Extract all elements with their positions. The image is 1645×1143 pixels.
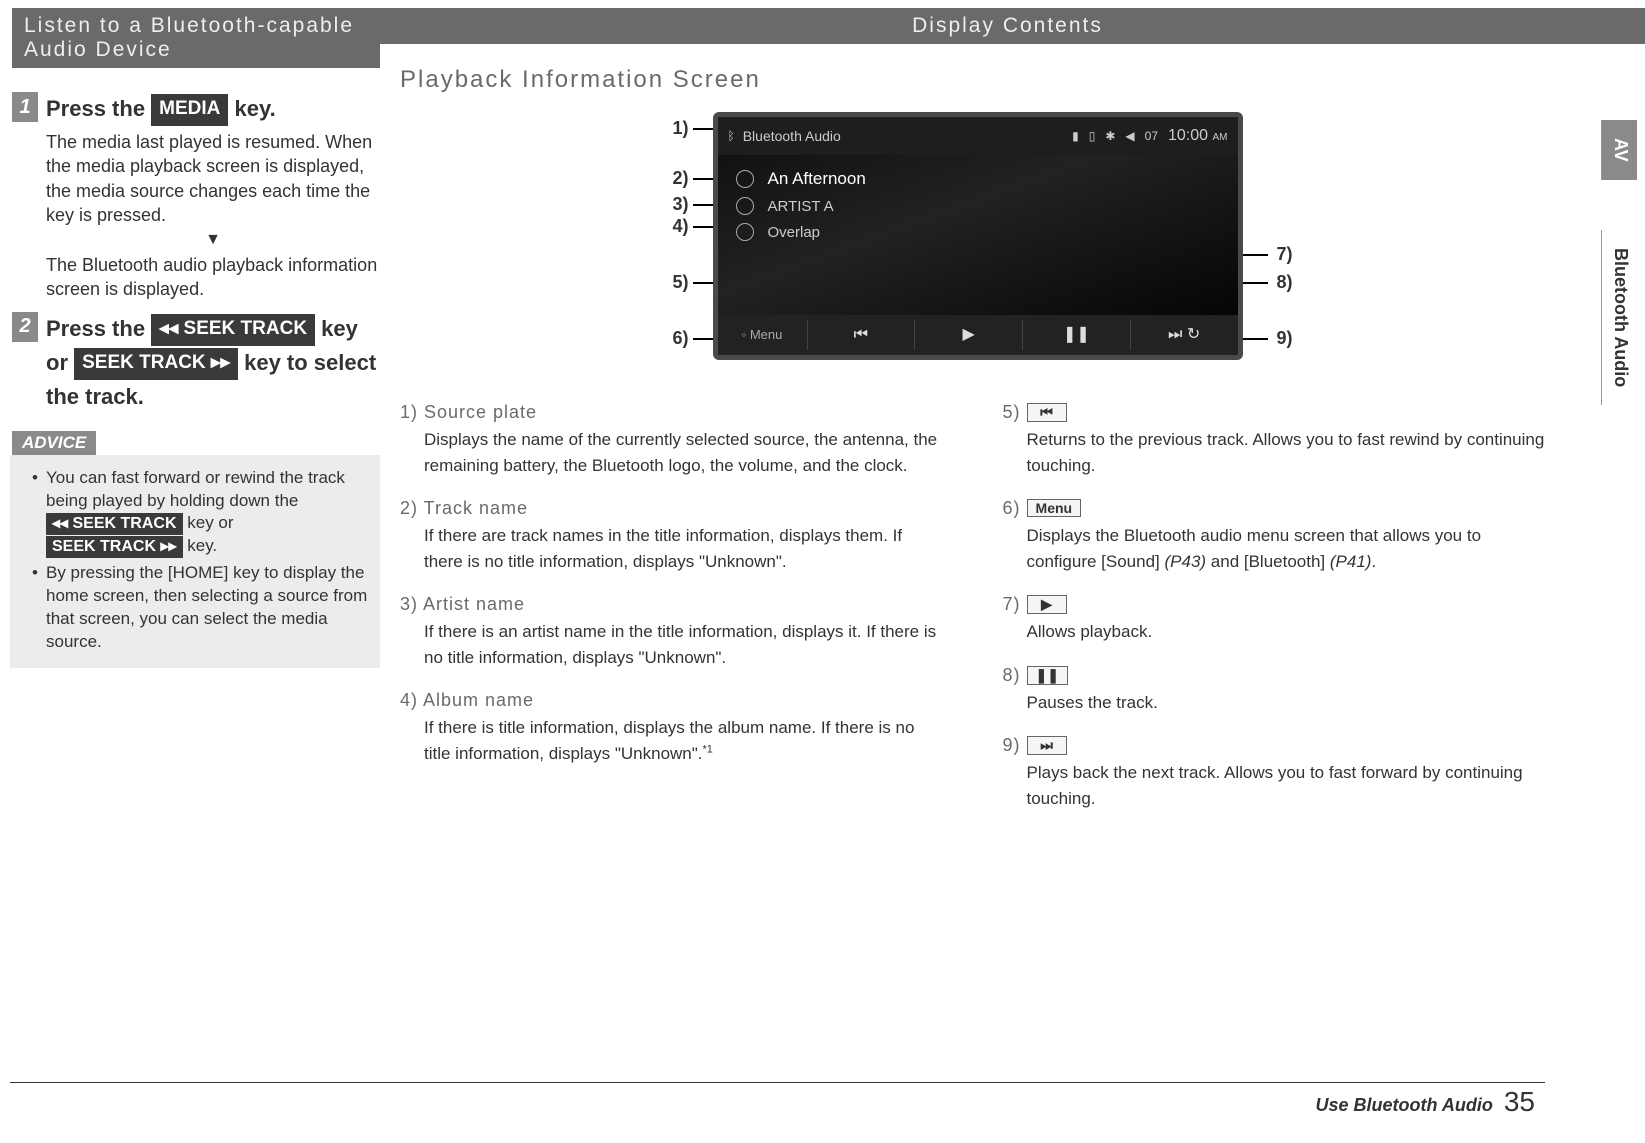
advice-header: ADVICE bbox=[12, 431, 96, 455]
shot-ampm: AM bbox=[1213, 132, 1228, 143]
menu-button-icon: Menu bbox=[1027, 499, 1082, 517]
callout-9: 9) bbox=[1276, 328, 1292, 349]
next-track-icon: ⏭ bbox=[1027, 736, 1067, 755]
def6-b: Displays the Bluetooth audio menu screen… bbox=[1003, 523, 1546, 574]
def8-h: 8) ❚❚ bbox=[1003, 665, 1546, 686]
adv1c: key. bbox=[183, 536, 218, 555]
callout-2: 2) bbox=[673, 168, 689, 189]
shot-artist: ARTIST A bbox=[768, 198, 834, 215]
battery-icon: ▯ bbox=[1089, 129, 1096, 143]
left-section-title: Listen to a Bluetooth-capable Audio Devi… bbox=[12, 8, 380, 68]
shot-prev-button[interactable]: ⏮ bbox=[808, 320, 916, 350]
advice-item-2: By pressing the [HOME] key to display th… bbox=[36, 562, 370, 654]
shot-track: An Afternoon bbox=[768, 169, 866, 189]
page-number: 35 bbox=[1504, 1086, 1535, 1117]
side-tab-bluetooth: Bluetooth Audio bbox=[1602, 230, 1637, 405]
adv1a: You can fast forward or rewind the track… bbox=[46, 468, 345, 510]
callout-6: 6) bbox=[673, 328, 689, 349]
down-arrow-icon: ▼ bbox=[46, 231, 380, 249]
callout-1: 1) bbox=[673, 118, 689, 139]
advice-box: You can fast forward or rewind the track… bbox=[10, 455, 380, 669]
pause-icon: ❚❚ bbox=[1027, 666, 1068, 685]
step-1-title: Press the MEDIA key. bbox=[46, 92, 380, 126]
seek-prev-key: ◂◂ SEEK TRACK bbox=[151, 314, 315, 346]
footer-text: Use Bluetooth Audio bbox=[1316, 1095, 1493, 1115]
volume-icon: ◀ bbox=[1125, 129, 1134, 143]
footer-rule bbox=[10, 1082, 1545, 1083]
seek-next-key-small: SEEK TRACK ▸▸ bbox=[46, 536, 183, 559]
shot-pause-button[interactable]: ❚❚ bbox=[1023, 320, 1131, 350]
def3-h: 3) Artist name bbox=[400, 594, 943, 615]
def3-b: If there is an artist name in the title … bbox=[400, 619, 943, 670]
callout-4: 4) bbox=[673, 216, 689, 237]
subsection-title: Playback Information Screen bbox=[400, 66, 1545, 94]
step-2-number: 2 bbox=[12, 312, 38, 342]
step-1-number: 1 bbox=[12, 92, 38, 122]
def4-b: If there is title information, displays … bbox=[400, 715, 943, 766]
prev-track-icon: ⏮ bbox=[1027, 403, 1067, 422]
def2-b: If there are track names in the title in… bbox=[400, 523, 943, 574]
def6-h: 6) Menu bbox=[1003, 498, 1546, 519]
step-2-title: Press the ◂◂ SEEK TRACK key or SEEK TRAC… bbox=[46, 312, 380, 413]
def5-b: Returns to the previous track. Allows yo… bbox=[1003, 427, 1546, 478]
shot-next-button[interactable]: ⏭ ↻ bbox=[1131, 320, 1238, 350]
bt-status-icon: ✱ bbox=[1105, 129, 1115, 143]
page-footer: Use Bluetooth Audio 35 bbox=[1316, 1086, 1536, 1118]
shot-menu-button[interactable]: ◦ Menu bbox=[718, 320, 808, 350]
signal-icon: ▮ bbox=[1072, 129, 1079, 143]
callout-5: 5) bbox=[673, 272, 689, 293]
step1-info2: The Bluetooth audio playback information… bbox=[46, 253, 380, 302]
bluetooth-icon: ᛒ bbox=[728, 129, 735, 143]
step2-t1: Press the bbox=[46, 316, 151, 341]
step1-text-b: key. bbox=[228, 96, 275, 121]
seek-prev-key-small: ◂◂ SEEK TRACK bbox=[46, 513, 183, 536]
ref-p43: (P43) bbox=[1164, 552, 1206, 571]
side-tab-av: AV bbox=[1602, 120, 1637, 180]
ref-p41: (P41) bbox=[1330, 552, 1372, 571]
artist-icon bbox=[736, 197, 754, 215]
shot-source-plate: ᛒ Bluetooth Audio ▮ ▯ ✱ ◀ 07 10:00 AM bbox=[718, 117, 1238, 155]
callout-7: 7) bbox=[1276, 244, 1292, 265]
def4-sup: *1 bbox=[703, 743, 713, 755]
adv1b: key or bbox=[183, 513, 234, 532]
shot-play-button[interactable]: ▶ bbox=[915, 320, 1023, 350]
shot-time: 10:00 bbox=[1168, 127, 1208, 144]
def4-h: 4) Album name bbox=[400, 690, 943, 711]
advice-item-1: You can fast forward or rewind the track… bbox=[36, 467, 370, 559]
shot-vol: 07 bbox=[1145, 129, 1158, 143]
step1-info1: The media last played is resumed. When t… bbox=[46, 130, 380, 227]
play-icon: ▶ bbox=[1027, 595, 1067, 614]
playback-screenshot: 1) 2) 3) 4) 5) 6) 7) 8) 9) ᛒ Bluetooth A… bbox=[653, 112, 1293, 372]
def9-h: 9) ⏭ bbox=[1003, 735, 1546, 756]
seek-next-key: SEEK TRACK ▸▸ bbox=[74, 348, 238, 380]
callout-3: 3) bbox=[673, 194, 689, 215]
def7-h: 7) ▶ bbox=[1003, 594, 1546, 615]
def9-b: Plays back the next track. Allows you to… bbox=[1003, 760, 1546, 811]
shot-album: Overlap bbox=[768, 224, 821, 241]
shot-source-name: Bluetooth Audio bbox=[743, 128, 841, 144]
album-icon bbox=[736, 223, 754, 241]
def5-h: 5) ⏮ bbox=[1003, 402, 1546, 423]
right-section-title: Display Contents bbox=[370, 8, 1645, 44]
callout-8: 8) bbox=[1276, 272, 1292, 293]
def1-h: 1) Source plate bbox=[400, 402, 943, 423]
def1-b: Displays the name of the currently selec… bbox=[400, 427, 943, 478]
track-icon bbox=[736, 170, 754, 188]
step1-text-a: Press the bbox=[46, 96, 151, 121]
def8-b: Pauses the track. bbox=[1003, 690, 1546, 716]
def2-h: 2) Track name bbox=[400, 498, 943, 519]
def7-b: Allows playback. bbox=[1003, 619, 1546, 645]
media-key: MEDIA bbox=[151, 94, 228, 126]
